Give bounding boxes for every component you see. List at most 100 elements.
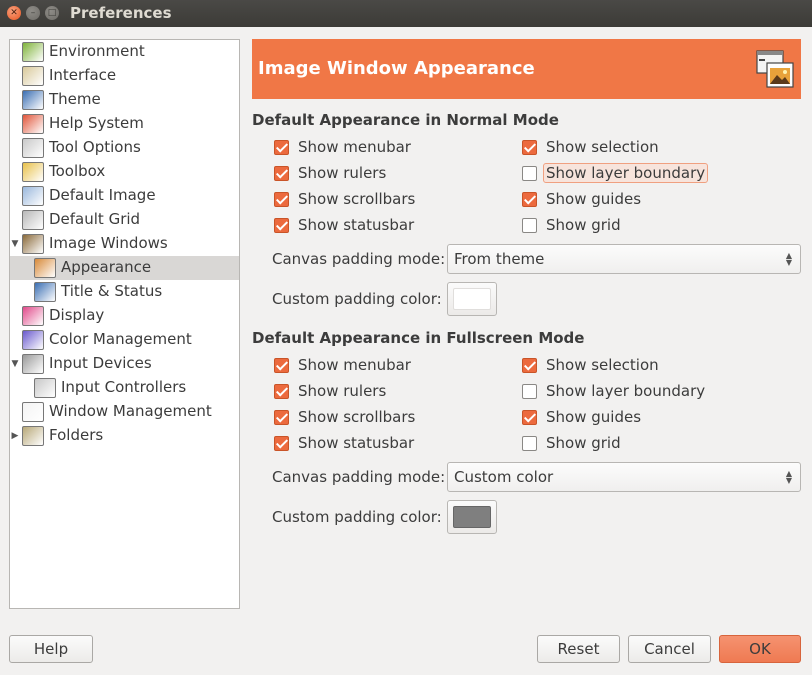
sidebar-item-label: Default Image: [49, 186, 156, 204]
maximize-window-button[interactable]: □: [45, 6, 59, 20]
expander-down-icon[interactable]: ▼: [10, 239, 20, 249]
sidebar-item[interactable]: Title & Status: [10, 280, 239, 304]
fullscreen-checkbox-row[interactable]: Show layer boundary: [522, 380, 708, 402]
combo-arrows-icon: ▲ ▼: [785, 251, 792, 267]
checkbox-label[interactable]: Show menubar: [295, 137, 414, 157]
checkbox-checked-icon[interactable]: [274, 191, 289, 207]
sidebar-item[interactable]: Interface: [10, 64, 239, 88]
normal-padding-mode-label: Canvas padding mode:: [272, 250, 446, 268]
checkbox-label[interactable]: Show selection: [543, 355, 662, 375]
sidebar-item-label: Appearance: [61, 258, 152, 276]
sidebar-item-label: Interface: [49, 66, 117, 84]
checkbox-checked-icon[interactable]: [274, 409, 289, 425]
ok-button[interactable]: OK: [719, 635, 801, 663]
sidebar-item[interactable]: Appearance: [10, 256, 239, 280]
checkbox-checked-icon[interactable]: [522, 191, 537, 207]
checkbox-checked-icon[interactable]: [274, 357, 289, 373]
checkbox-label[interactable]: Show grid: [543, 215, 624, 235]
checkbox-label[interactable]: Show rulers: [295, 381, 389, 401]
checkbox-label[interactable]: Show scrollbars: [295, 189, 418, 209]
checkbox-checked-icon[interactable]: [274, 139, 289, 155]
normal-padding-color-button[interactable]: [447, 282, 497, 316]
checkbox-checked-icon[interactable]: [522, 139, 537, 155]
normal-checkbox-row[interactable]: Show statusbar: [274, 214, 417, 236]
sidebar-item[interactable]: Environment: [10, 40, 239, 64]
sidebar-item[interactable]: Default Grid: [10, 208, 239, 232]
fullscreen-padding-color-swatch: [453, 506, 491, 528]
checkbox-checked-icon[interactable]: [522, 357, 537, 373]
fullscreen-checkbox-row[interactable]: Show guides: [522, 406, 644, 428]
page-title: Image Window Appearance: [258, 58, 535, 79]
checkbox-unchecked-icon[interactable]: [522, 165, 537, 181]
fullscreen-checkbox-row[interactable]: Show menubar: [274, 354, 414, 376]
fullscreen-checkbox-row[interactable]: Show statusbar: [274, 432, 417, 454]
checkbox-label[interactable]: Show grid: [543, 433, 624, 453]
normal-checkbox-row[interactable]: Show guides: [522, 188, 644, 210]
fullscreen-padding-color-button[interactable]: [447, 500, 497, 534]
normal-checkbox-row[interactable]: Show grid: [522, 214, 624, 236]
expander-right-icon[interactable]: ▶: [10, 431, 20, 441]
sidebar-item[interactable]: Default Image: [10, 184, 239, 208]
help-button[interactable]: Help: [9, 635, 93, 663]
sidebar-item-label: Toolbox: [49, 162, 106, 180]
fullscreen-checkbox-row[interactable]: Show grid: [522, 432, 624, 454]
close-window-button[interactable]: ✕: [7, 6, 21, 20]
sidebar-item[interactable]: Theme: [10, 88, 239, 112]
checkbox-label[interactable]: Show statusbar: [295, 215, 417, 235]
theme-icon: [22, 90, 44, 110]
normal-checkbox-row[interactable]: Show layer boundary: [522, 162, 709, 184]
checkbox-checked-icon[interactable]: [274, 383, 289, 399]
window-title: Preferences: [70, 4, 172, 22]
sidebar-item-label: Environment: [49, 42, 145, 60]
checkbox-checked-icon[interactable]: [522, 409, 537, 425]
sidebar-item[interactable]: Color Management: [10, 328, 239, 352]
color-management-icon: [22, 330, 44, 350]
sidebar-item[interactable]: Input Controllers: [10, 376, 239, 400]
checkbox-label[interactable]: Show layer boundary: [543, 381, 708, 401]
sidebar-item[interactable]: ▼ Image Windows: [10, 232, 239, 256]
title-bar: ✕ – □ Preferences: [0, 0, 812, 27]
sidebar-item[interactable]: Toolbox: [10, 160, 239, 184]
sidebar-item-label: Tool Options: [49, 138, 141, 156]
interface-icon: [22, 66, 44, 86]
fullscreen-checkbox-row[interactable]: Show scrollbars: [274, 406, 418, 428]
checkbox-checked-icon[interactable]: [274, 165, 289, 181]
checkbox-label[interactable]: Show menubar: [295, 355, 414, 375]
toolbox-icon: [22, 162, 44, 182]
checkbox-label[interactable]: Show guides: [543, 407, 644, 427]
checkbox-label[interactable]: Show statusbar: [295, 433, 417, 453]
preferences-tree[interactable]: Environment Interface Theme Help System Tool…: [9, 39, 240, 609]
fullscreen-padding-mode-value: Custom color: [454, 468, 554, 486]
minimize-window-button[interactable]: –: [26, 6, 40, 20]
checkbox-unchecked-icon[interactable]: [522, 217, 537, 233]
checkbox-label[interactable]: Show layer boundary: [543, 163, 709, 183]
expander-down-icon[interactable]: ▼: [10, 359, 20, 369]
checkbox-label[interactable]: Show rulers: [295, 163, 389, 183]
fullscreen-checkbox-row[interactable]: Show selection: [522, 354, 662, 376]
checkbox-label[interactable]: Show guides: [543, 189, 644, 209]
checkbox-checked-icon[interactable]: [274, 435, 289, 451]
checkbox-checked-icon[interactable]: [274, 217, 289, 233]
sidebar-item[interactable]: Tool Options: [10, 136, 239, 160]
sidebar-item[interactable]: Window Management: [10, 400, 239, 424]
title-status-icon: [34, 282, 56, 302]
cancel-button[interactable]: Cancel: [628, 635, 711, 663]
image-window-appearance-icon: [756, 50, 794, 88]
normal-checkbox-row[interactable]: Show rulers: [274, 162, 389, 184]
sidebar-item[interactable]: Help System: [10, 112, 239, 136]
checkbox-unchecked-icon[interactable]: [522, 383, 537, 399]
fullscreen-mode-section-title: Default Appearance in Fullscreen Mode: [252, 329, 585, 347]
checkbox-label[interactable]: Show selection: [543, 137, 662, 157]
fullscreen-padding-mode-select[interactable]: Custom color ▲ ▼: [447, 462, 801, 492]
checkbox-label[interactable]: Show scrollbars: [295, 407, 418, 427]
sidebar-item[interactable]: ▼ Input Devices: [10, 352, 239, 376]
normal-checkbox-row[interactable]: Show selection: [522, 136, 662, 158]
normal-padding-mode-select[interactable]: From theme ▲ ▼: [447, 244, 801, 274]
reset-button[interactable]: Reset: [537, 635, 620, 663]
normal-checkbox-row[interactable]: Show scrollbars: [274, 188, 418, 210]
sidebar-item[interactable]: Display: [10, 304, 239, 328]
sidebar-item[interactable]: ▶ Folders: [10, 424, 239, 448]
fullscreen-checkbox-row[interactable]: Show rulers: [274, 380, 389, 402]
checkbox-unchecked-icon[interactable]: [522, 435, 537, 451]
normal-checkbox-row[interactable]: Show menubar: [274, 136, 414, 158]
